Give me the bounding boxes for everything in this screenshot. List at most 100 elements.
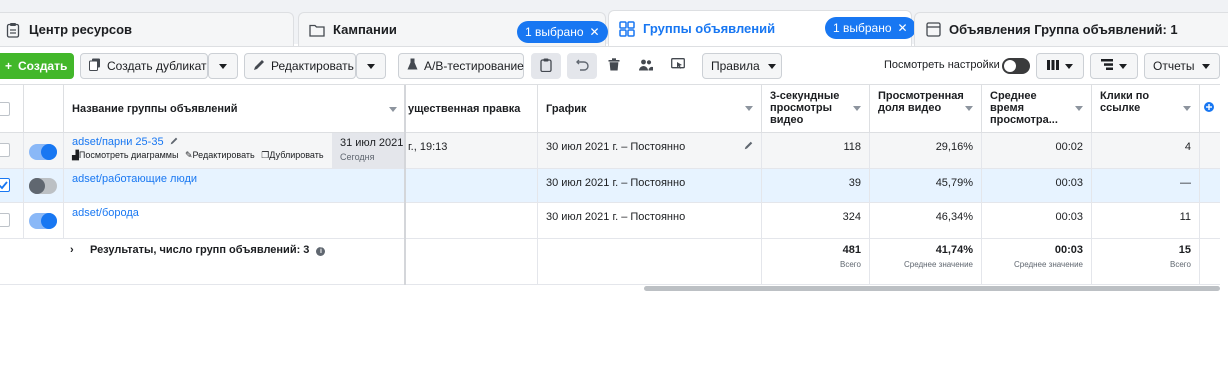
- rules-button[interactable]: Правила: [702, 53, 782, 79]
- column-header-name[interactable]: Название группы объявлений: [64, 85, 406, 133]
- active-toggle[interactable]: [29, 178, 57, 194]
- tab-resources[interactable]: Центр ресурсов: [0, 12, 294, 46]
- clipboard-icon: [5, 22, 21, 38]
- table-row[interactable]: adset/борода 30 июл 2021 г. – Постоянно …: [0, 203, 1220, 239]
- chevron-down-icon: [767, 63, 776, 69]
- summary-label: Результаты, число групп объявлений: 3: [90, 244, 310, 256]
- views3s-value: 324: [842, 211, 861, 223]
- adset-name-link[interactable]: adset/борода: [72, 207, 139, 219]
- chevron-right-icon[interactable]: ›: [70, 244, 74, 256]
- undo-button[interactable]: [567, 53, 597, 79]
- edit-button[interactable]: Редактировать: [244, 53, 356, 79]
- row-view-share-cell: 46,34%: [870, 203, 982, 238]
- active-toggle[interactable]: [29, 144, 57, 160]
- duplicate-button[interactable]: Создать дубликат: [80, 53, 208, 79]
- preview-button[interactable]: [664, 53, 692, 79]
- select-all-checkbox[interactable]: [0, 102, 10, 116]
- schedule-value: 30 июл 2021 г. – Постоянно: [546, 177, 686, 189]
- row-avg-time-cell: 00:02: [982, 133, 1092, 168]
- adset-name-link[interactable]: adset/парни 25-35: [72, 136, 164, 148]
- row-checkbox[interactable]: [0, 178, 10, 192]
- horizontal-scrollbar[interactable]: [644, 286, 1220, 291]
- edit-link[interactable]: ✎Редактировать: [185, 150, 257, 160]
- tab-resources-label: Центр ресурсов: [29, 22, 133, 37]
- row-avg-time-cell: 00:03: [982, 169, 1092, 202]
- row-checkbox-cell: [0, 203, 24, 238]
- flask-icon: [407, 58, 418, 74]
- adsets-selected-badge[interactable]: 1 выбрано ✕: [825, 17, 916, 39]
- pencil-icon: [253, 59, 265, 74]
- row-views3s-cell: 39: [762, 169, 870, 202]
- close-icon[interactable]: ✕: [898, 21, 908, 35]
- ad-icon: [925, 22, 941, 38]
- view-charts-link[interactable]: ▟Посмотреть диаграммы: [72, 150, 181, 160]
- create-button[interactable]: + Создать: [0, 53, 74, 79]
- duplicate-link[interactable]: ❐Дублировать: [261, 150, 323, 160]
- view-settings-toggle[interactable]: [1002, 58, 1030, 74]
- row-view-share-cell: 45,79%: [870, 169, 982, 202]
- row-checkbox[interactable]: [0, 213, 10, 227]
- duplicate-icon: [89, 58, 101, 74]
- summary-link-clicks: 15: [1178, 244, 1191, 256]
- close-icon[interactable]: ✕: [590, 25, 600, 39]
- delete-button[interactable]: [600, 53, 628, 79]
- audience-button[interactable]: [632, 53, 660, 79]
- columns-icon: [1047, 59, 1059, 73]
- campaigns-selected-badge[interactable]: 1 выбрано ✕: [517, 21, 608, 43]
- column-header-views3s[interactable]: 3-секундные просмотры видео: [762, 85, 870, 133]
- sort-icon: [1075, 106, 1083, 111]
- tab-ads[interactable]: Объявления Группа объявлений: 1: [914, 12, 1228, 46]
- column-header-major-edit[interactable]: ущественная правка: [406, 85, 538, 133]
- row-major-edit-cell: [406, 169, 538, 202]
- pencil-icon[interactable]: [170, 136, 178, 148]
- add-column-button[interactable]: [1200, 85, 1220, 133]
- tab-bar: Центр ресурсов Кампании 1 выбрано ✕ Групп…: [0, 0, 1228, 46]
- info-icon[interactable]: i: [316, 247, 326, 256]
- columns-button[interactable]: [1036, 53, 1084, 79]
- chevron-down-icon: [367, 63, 375, 69]
- campaigns-badge-label: 1 выбрано: [525, 25, 584, 39]
- trash-icon: [608, 58, 620, 74]
- sort-icon: [745, 106, 753, 111]
- row-link-clicks-cell: —: [1092, 169, 1200, 202]
- reports-button[interactable]: Отчеты: [1144, 53, 1220, 79]
- row-schedule-cell: 30 июл 2021 г. – Постоянно: [538, 203, 762, 238]
- duplicate-label: Создать дубликат: [107, 59, 207, 73]
- table-row[interactable]: adset/парни 25-35 ▟Посмотреть диаграммы …: [0, 133, 1220, 169]
- column-header-view-share[interactable]: Просмотренная доля видео: [870, 85, 982, 133]
- sort-icon: [389, 107, 397, 112]
- column-header-avg-time[interactable]: Среднее время просмотра...: [982, 85, 1092, 133]
- column-header-schedule-label: График: [546, 103, 587, 115]
- tab-adsets[interactable]: Группы объявлений 1 выбрано ✕: [608, 10, 916, 46]
- table-row[interactable]: adset/работающие люди 30 июл 2021 г. – П…: [0, 169, 1220, 203]
- adsets-table: Название группы объявлений ущественная п…: [0, 84, 1220, 285]
- row-major-edit-cell: г., 19:13: [406, 133, 538, 168]
- edit-date: 31 июл 2021: [340, 137, 404, 149]
- tab-campaigns[interactable]: Кампании 1 выбрано ✕: [298, 12, 608, 46]
- create-label: Создать: [18, 59, 68, 73]
- column-header-link-clicks[interactable]: Клики по ссылке: [1092, 85, 1200, 133]
- edit-dropdown-button[interactable]: [356, 53, 386, 79]
- pencil-icon: ✎: [184, 150, 193, 160]
- column-header-view-share-label: Просмотренная доля видео: [878, 90, 964, 114]
- toggle-knob: [41, 144, 57, 160]
- breakdown-button[interactable]: [1090, 53, 1138, 79]
- row-toggle-cell: [24, 203, 64, 238]
- row-views3s-cell: 118: [762, 133, 870, 168]
- toggle-knob: [41, 213, 57, 229]
- adset-name-link[interactable]: adset/работающие люди: [72, 173, 197, 185]
- row-toggle-cell: [24, 133, 64, 168]
- active-toggle[interactable]: [29, 213, 57, 229]
- notes-button[interactable]: [531, 53, 561, 79]
- ab-test-button[interactable]: A/B-тестирование: [398, 53, 524, 79]
- summary-view-share-cell: 41,74% Среднее значение: [870, 239, 982, 284]
- duplicate-dropdown-button[interactable]: [208, 53, 238, 79]
- plus-circle-icon: [1204, 102, 1214, 112]
- row-checkbox[interactable]: [0, 143, 10, 157]
- summary-views3s-sub: Всего: [840, 260, 861, 269]
- pencil-icon[interactable]: [744, 141, 753, 153]
- row-link-clicks-cell: 11: [1092, 203, 1200, 238]
- row-name-cell: adset/работающие люди: [64, 169, 406, 202]
- chart-icon: ▟: [72, 150, 79, 160]
- column-header-schedule[interactable]: График: [538, 85, 762, 133]
